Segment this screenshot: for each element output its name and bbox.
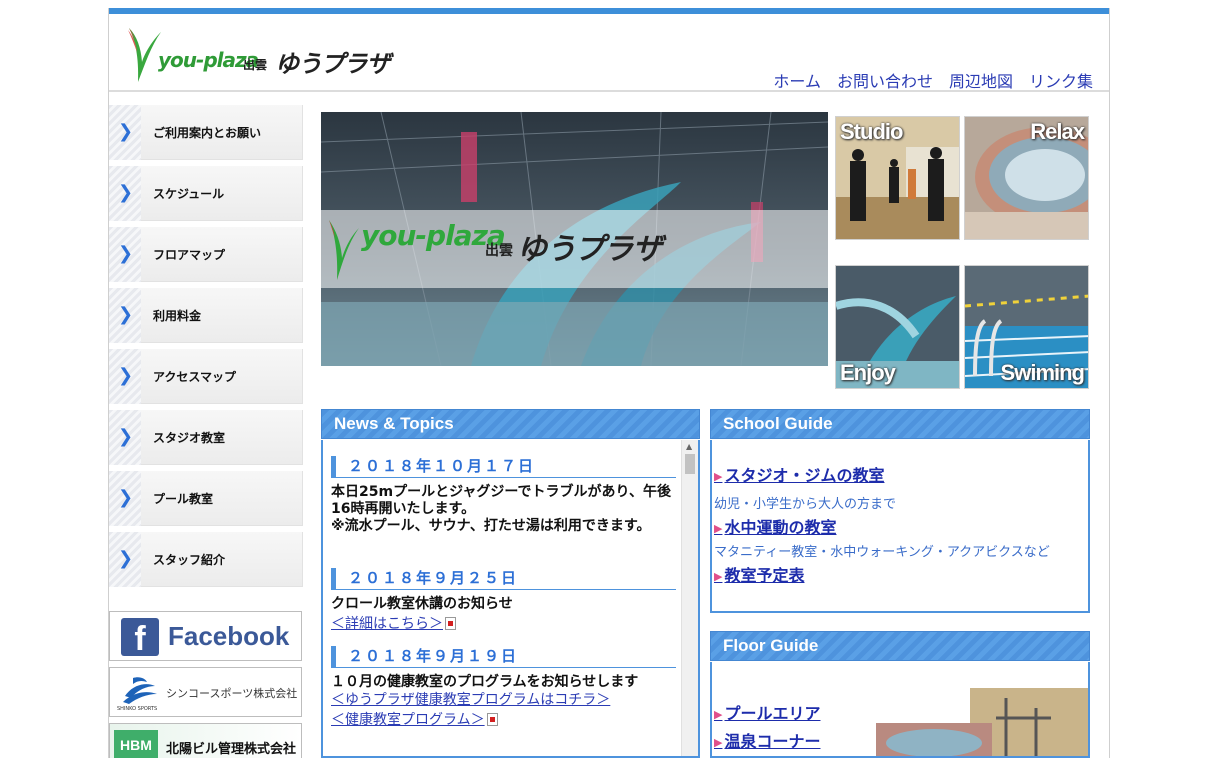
news-item: ２０１８年１０月１７日 本日25mプールとジャグジーでトラブルがあり、午後16時… [331,456,676,535]
school-studio-link[interactable]: スタジオ・ジムの教室 [714,462,884,486]
sidebar-item-studio[interactable]: ❯ スタジオ教室 [109,410,303,465]
floor-guide-title: Floor Guide [723,636,819,655]
sidebar-item-label: スタジオ教室 [153,431,226,445]
top-nav: ホーム お問い合わせ 周辺地図 リンク集 [773,68,1093,92]
pdf-icon [445,617,456,630]
facebook-icon: f [121,618,159,658]
sidebar-item-label: 利用料金 [153,309,202,323]
school-schedule-link[interactable]: 教室予定表 [714,562,804,586]
news-date: ２０１８年９月２５日 [331,568,676,590]
swimming-thumb[interactable]: Swiming [964,265,1089,389]
chevron-right-icon: ❯ [109,288,141,343]
news-link-row: ＜詳細はこちら＞ [331,613,676,633]
sidebar-item-label: アクセスマップ [153,370,237,384]
hbm-logo-icon: HBM [114,730,158,758]
hero-image: you-plaza 出雲 ゆうプラザ [321,112,828,366]
floor-pool-link[interactable]: プールエリア [714,700,820,724]
school-aqua-desc: マタニティー教室・水中ウォーキング・アクアビクスなど [714,545,1050,560]
chevron-right-icon: ❯ [109,471,141,526]
hero-logo-kana: ゆうプラザ [517,232,662,267]
news-text: １０月の健康教室のプログラムをお知らせします [331,674,639,690]
logo-kana: ゆうプラザ [275,50,391,78]
sidebar-item-staff[interactable]: ❯ スタッフ紹介 [109,532,303,587]
floor-guide-panel: プールエリア 温泉コーナー [710,662,1090,758]
sidebar-item-label: ご利用案内とお願い [153,126,262,140]
news-link-row: ＜健康教室プログラム＞ [331,709,676,729]
shinko-sub-label: SHINKO SPORTS [117,706,158,712]
enjoy-thumb[interactable]: Enjoy [835,265,960,389]
studio-thumb[interactable]: Studio [835,116,960,240]
school-guide-header: School Guide [710,409,1090,439]
scroll-up-icon[interactable]: ▲ [686,442,692,451]
nav-home-link[interactable]: ホーム [773,68,821,92]
news-item: ２０１８年９月１９日 １０月の健康教室のプログラムをお知らせします ＜ゆうプラザ… [331,646,676,729]
news-scrollbar[interactable]: ▲ [681,440,698,756]
news-header: News & Topics [321,409,700,439]
news-title: News & Topics [334,414,454,433]
chevron-right-icon: ❯ [109,410,141,465]
news-date: ２０１８年１０月１７日 [331,456,676,478]
news-item: ２０１８年９月２５日 クロール教室休講のお知らせ ＜詳細はこちら＞ [331,568,676,633]
page: you-plaza 出雲 ゆうプラザ ホーム お問い合わせ 周辺地図 リンク集 … [0,0,1217,758]
chevron-right-icon: ❯ [109,166,141,221]
chevron-right-icon: ❯ [109,227,141,282]
sidebar-item-floormap[interactable]: ❯ フロアマップ [109,227,303,282]
relax-thumb[interactable]: Relax [964,116,1089,240]
studio-label: Studio [840,119,903,144]
floor-onsen-link[interactable]: 温泉コーナー [714,728,820,752]
sidebar-item-access[interactable]: ❯ アクセスマップ [109,349,303,404]
sidebar-item-label: スケジュール [153,187,225,201]
news-program-link[interactable]: ＜ゆうプラザ健康教室プログラムはコチラ＞ [331,691,676,709]
news-date: ２０１８年９月１９日 [331,646,676,668]
sidebar-item-label: プール教室 [153,492,214,506]
chevron-right-icon: ❯ [109,105,141,160]
chevron-right-icon: ❯ [109,532,141,587]
floor-guide-photo [876,688,1088,756]
sidebar-item-label: フロアマップ [153,248,226,262]
nav-map-link[interactable]: 周辺地図 [949,68,1013,92]
hokuyo-name: 北陽ビル管理株式会社 [166,742,297,757]
school-studio-desc: 幼児・小学生から大人の方まで [714,497,897,512]
sidebar-item-pool[interactable]: ❯ プール教室 [109,471,303,526]
nav-contact-link[interactable]: お問い合わせ [837,68,933,92]
sidebar-item-guide[interactable]: ❯ ご利用案内とお願い [109,105,303,160]
scroll-thumb[interactable] [685,454,695,474]
floor-guide-header: Floor Guide [710,631,1090,661]
sidebar-item-fees[interactable]: ❯ 利用料金 [109,288,303,343]
facebook-label: Facebook [168,621,290,651]
chevron-right-icon: ❯ [109,349,141,404]
hero-logo-word: you-plaza [361,219,506,252]
news-text: 本日25mプールとジャグジーでトラブルがあり、午後16時再開いたします。 ※流水… [331,484,671,534]
shinko-sports-banner[interactable]: SHINKO SPORTS シンコースポーツ株式会社 [109,667,302,717]
school-guide-panel: スタジオ・ジムの教室 幼児・小学生から大人の方まで 水中運動の教室 マタニティー… [710,440,1090,613]
news-panel: ▲ ２０１８年１０月１７日 本日25mプールとジャグジーでトラブルがあり、午後1… [321,440,700,758]
relax-label: Relax [1030,119,1085,144]
hero-logo-izumo: 出雲 [485,243,513,259]
facebook-banner[interactable]: f Facebook [109,611,302,661]
site-frame: you-plaza 出雲 ゆうプラザ ホーム お問い合わせ 周辺地図 リンク集 … [108,8,1110,758]
news-detail-link[interactable]: ＜詳細はこちら＞ [331,616,443,632]
pdf-icon [486,713,498,726]
school-aqua-link[interactable]: 水中運動の教室 [714,514,836,538]
site-header: you-plaza 出雲 ゆうプラザ ホーム お問い合わせ 周辺地図 リンク集 [109,14,1109,92]
sidebar-item-schedule[interactable]: ❯ スケジュール [109,166,303,221]
sidebar-banners: f Facebook SHINKO SPORTS シンコースポーツ株式会社 HB… [109,611,303,758]
news-health-link[interactable]: ＜健康教室プログラム＞ [331,712,485,728]
shinko-logo-icon [123,677,157,704]
news-text: クロール教室休講のお知らせ [331,596,513,612]
sidebar-item-label: スタッフ紹介 [153,553,226,567]
school-guide-title: School Guide [723,414,833,433]
logo-izumo: 出雲 [243,58,268,72]
sidebar-menu: ❯ ご利用案内とお願い ❯ スケジュール ❯ フロアマップ ❯ 利用料金 ❯ ア… [109,105,303,593]
enjoy-label: Enjoy [840,360,896,385]
hokuyo-banner[interactable]: HBM 北陽ビル管理株式会社 [109,723,302,758]
nav-links-link[interactable]: リンク集 [1029,68,1093,92]
shinko-name: シンコースポーツ株式会社 [166,687,298,700]
site-logo[interactable]: you-plaza 出雲 ゆうプラザ [125,26,395,84]
swimming-label: Swiming [1000,360,1085,385]
